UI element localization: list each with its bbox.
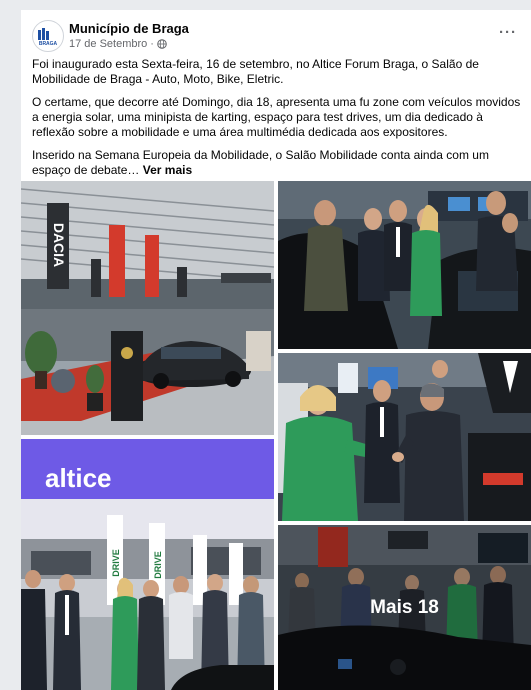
- photo-handshake[interactable]: [278, 353, 531, 521]
- truncated-paragraph: Inserido na Semana Europeia da Mobilidad…: [32, 148, 489, 177]
- photo-officials-car[interactable]: [278, 181, 531, 349]
- photo-more-18[interactable]: Mais 18: [278, 525, 531, 690]
- photo-grid: DACIA altice DRIVE DRIVE Mais 18: [21, 181, 531, 690]
- post-meta: 17 de Setembro ·: [69, 38, 167, 50]
- paragraph-2: O certame, que decorre até Domingo, dia …: [32, 95, 521, 139]
- post-header: BRAGA Município de Braga 17 de Setembro …: [21, 10, 531, 60]
- paragraph-1: Foi inaugurado esta Sexta-feira, 16 de s…: [32, 57, 479, 86]
- page-avatar[interactable]: BRAGA: [32, 20, 64, 52]
- municipality-logo-icon: BRAGA: [35, 23, 61, 49]
- see-more-link[interactable]: Ver mais: [143, 163, 192, 177]
- altice-sign-text: altice: [45, 463, 112, 493]
- paragraph-3: Inserido na Semana Europeia da Mobilidad…: [32, 148, 524, 178]
- post-card: BRAGA Município de Braga 17 de Setembro …: [21, 10, 531, 690]
- page-name[interactable]: Município de Braga: [69, 21, 189, 36]
- more-options-icon[interactable]: ···: [499, 24, 517, 41]
- avatar-logo-text: BRAGA: [39, 41, 58, 47]
- dacia-banner-text: DACIA: [51, 223, 67, 267]
- drive-banner-text-1: DRIVE: [111, 549, 121, 577]
- more-photos-overlay[interactable]: Mais 18: [278, 525, 531, 690]
- photo-exhibition-hall[interactable]: DACIA: [21, 181, 274, 435]
- photo-altice-entrance[interactable]: altice DRIVE DRIVE: [21, 439, 274, 690]
- drive-banner-text-2: DRIVE: [153, 551, 163, 579]
- post-text: Foi inaugurado esta Sexta-feira, 16 de s…: [32, 57, 524, 186]
- post-date[interactable]: 17 de Setembro: [69, 38, 147, 50]
- meta-separator: ·: [150, 38, 154, 50]
- globe-icon: [157, 39, 167, 49]
